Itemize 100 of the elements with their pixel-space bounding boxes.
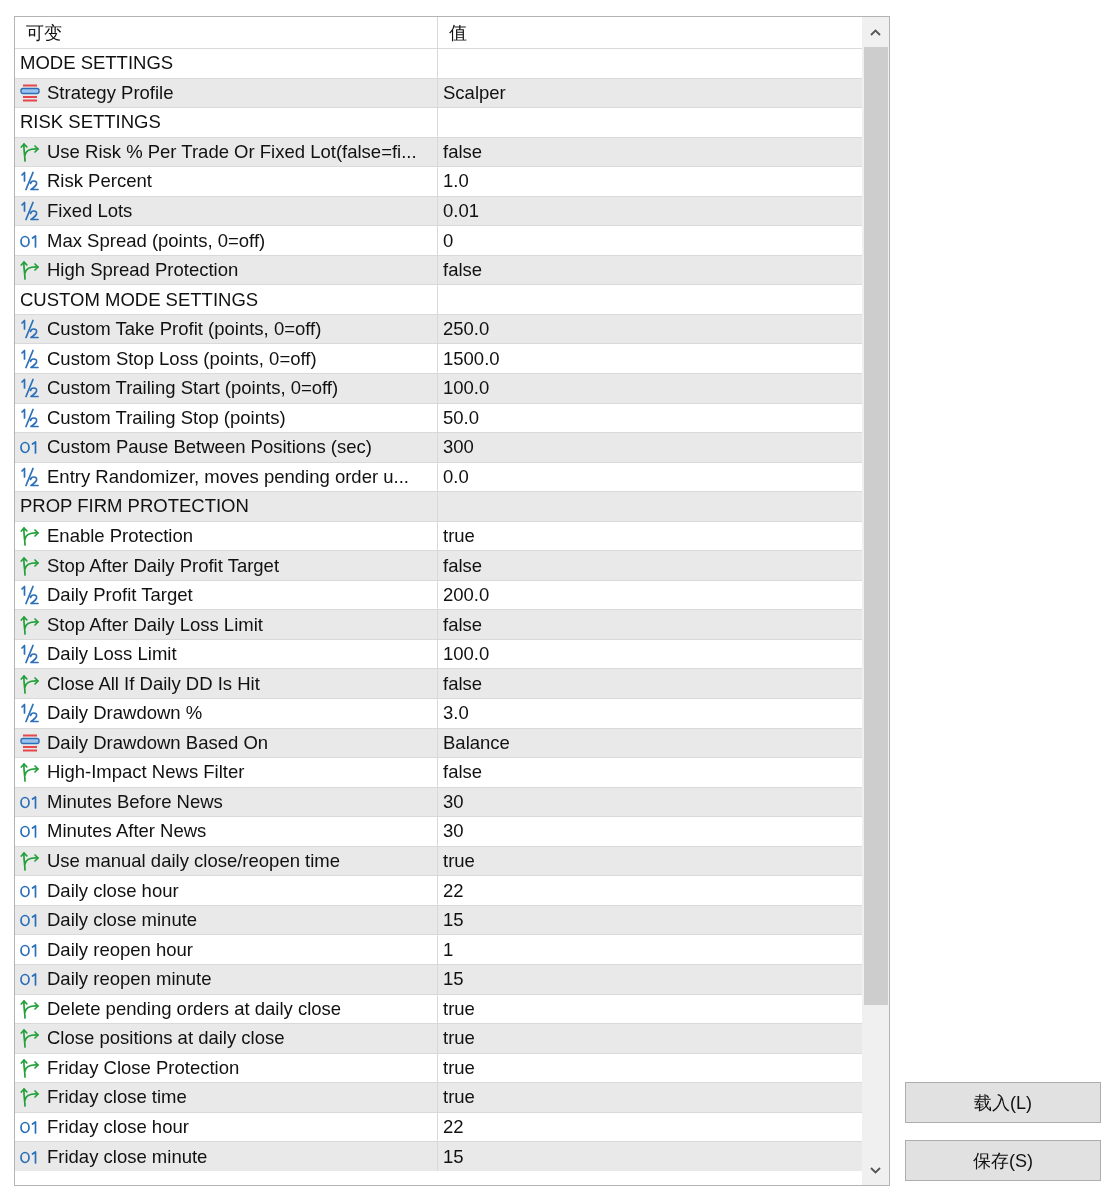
parameter-value[interactable]: 1500.0 bbox=[443, 347, 500, 370]
table-row[interactable]: Custom Pause Between Positions (sec) 300 bbox=[15, 432, 862, 462]
table-row[interactable]: Close positions at daily close true bbox=[15, 1023, 862, 1053]
table-row[interactable]: Daily reopen minute 15 bbox=[15, 963, 862, 994]
parameter-value[interactable]: 250.0 bbox=[443, 318, 490, 341]
table-row[interactable]: Daily Drawdown % 3.0 bbox=[15, 698, 862, 728]
table-row[interactable]: Stop After Daily Loss Limit false bbox=[15, 609, 862, 639]
parameter-name: Minutes After News bbox=[47, 820, 207, 843]
parameter-value[interactable]: false bbox=[443, 140, 483, 163]
table-row[interactable]: Daily close hour 22 bbox=[15, 875, 862, 905]
one-half-icon bbox=[20, 585, 40, 606]
parameter-value[interactable]: false bbox=[443, 761, 483, 784]
parameter-value[interactable]: false bbox=[443, 613, 483, 636]
table-row[interactable]: PROP FIRM PROTECTION bbox=[15, 491, 862, 521]
table-row[interactable]: High-Impact News Filter false bbox=[15, 757, 862, 787]
table-row[interactable]: Delete pending orders at daily close true bbox=[15, 993, 862, 1024]
parameter-value[interactable]: true bbox=[443, 850, 475, 873]
parameter-name: Daily Profit Target bbox=[47, 584, 193, 607]
parameter-value[interactable]: 15 bbox=[443, 909, 464, 932]
table-row[interactable]: Custom Take Profit (points, 0=off) 250.0 bbox=[15, 313, 862, 344]
parameter-value[interactable]: Balance bbox=[443, 731, 510, 754]
parameter-value[interactable]: false bbox=[443, 554, 483, 577]
table-row[interactable]: Use manual daily close/reopen time true bbox=[15, 845, 862, 876]
parameter-value[interactable]: 15 bbox=[443, 968, 464, 991]
table-row[interactable]: Daily Drawdown Based On Balance bbox=[15, 727, 862, 758]
parameter-name: Risk Percent bbox=[47, 170, 152, 193]
parameter-value[interactable]: 22 bbox=[443, 879, 464, 902]
table-row[interactable]: Close All If Daily DD Is Hit false bbox=[15, 668, 862, 699]
table-row[interactable]: Stop After Daily Profit Target false bbox=[15, 550, 862, 580]
table-row[interactable]: Minutes Before News 30 bbox=[15, 786, 862, 817]
parameter-value[interactable]: 1.0 bbox=[443, 170, 469, 193]
parameter-name: Daily Drawdown % bbox=[47, 702, 203, 725]
parameter-value[interactable]: 300 bbox=[443, 436, 474, 459]
table-row[interactable]: Friday close hour 22 bbox=[15, 1111, 862, 1142]
scrollbar[interactable] bbox=[862, 17, 889, 1185]
one-half-icon bbox=[20, 171, 40, 192]
table-row[interactable]: Custom Trailing Start (points, 0=off) 100.0 bbox=[15, 373, 862, 403]
table-row[interactable]: Custom Stop Loss (points, 0=off) 1500.0 bbox=[15, 343, 862, 373]
scrollbar-thumb[interactable] bbox=[863, 47, 888, 1005]
branching-arrows-icon bbox=[20, 1087, 40, 1108]
table-row[interactable]: Max Spread (points, 0=off) 0 bbox=[15, 225, 862, 255]
table-row[interactable]: Minutes After News 30 bbox=[15, 816, 862, 846]
table-row[interactable]: Custom Trailing Stop (points) 50.0 bbox=[15, 402, 862, 433]
table-row[interactable]: Strategy Profile Scalper bbox=[15, 77, 862, 108]
table-row[interactable]: Enable Protection true bbox=[15, 520, 862, 551]
branching-arrows-icon bbox=[20, 614, 40, 635]
parameter-name: Custom Take Profit (points, 0=off) bbox=[47, 318, 322, 341]
parameter-name: High Spread Protection bbox=[47, 259, 239, 282]
table-row[interactable]: Risk Percent 1.0 bbox=[15, 166, 862, 196]
parameter-name: Max Spread (points, 0=off) bbox=[47, 229, 266, 252]
parameter-name: Friday close time bbox=[47, 1086, 187, 1109]
parameter-value[interactable]: 0 bbox=[443, 229, 454, 252]
parameter-value[interactable]: false bbox=[443, 672, 483, 695]
table-row[interactable]: Daily reopen hour 1 bbox=[15, 934, 862, 964]
table-row[interactable]: Entry Randomizer, moves pending order u... 0.0 bbox=[15, 461, 862, 492]
table-row[interactable]: Friday close time true bbox=[15, 1082, 862, 1112]
parameter-name: Fixed Lots bbox=[47, 200, 133, 222]
parameter-value[interactable]: true bbox=[443, 1056, 475, 1079]
parameter-value[interactable]: 22 bbox=[443, 1115, 464, 1138]
parameter-value[interactable]: 0.01 bbox=[443, 200, 479, 222]
table-row[interactable]: Friday Close Protection true bbox=[15, 1052, 862, 1083]
parameter-value[interactable]: 30 bbox=[443, 820, 464, 843]
table-row[interactable]: Fixed Lots 0.01 bbox=[15, 195, 862, 226]
parameter-name: Daily Drawdown Based On bbox=[47, 731, 269, 754]
parameter-value[interactable]: 200.0 bbox=[443, 584, 490, 607]
parameter-value[interactable]: true bbox=[443, 1086, 475, 1109]
table-row[interactable]: CUSTOM MODE SETTINGS bbox=[15, 284, 862, 314]
table-row[interactable]: MODE SETTINGS bbox=[15, 48, 862, 78]
branching-arrows-icon bbox=[20, 260, 40, 281]
parameter-value[interactable]: Scalper bbox=[443, 81, 506, 104]
parameter-value[interactable]: false bbox=[443, 259, 483, 282]
branching-arrows-icon bbox=[20, 141, 40, 162]
table-row[interactable]: RISK SETTINGS bbox=[15, 107, 862, 137]
table-row[interactable]: High Spread Protection false bbox=[15, 254, 862, 285]
list-lines-icon bbox=[20, 733, 40, 752]
dialog-button[interactable]: 载入(L) bbox=[905, 1082, 1101, 1123]
parameter-name: High-Impact News Filter bbox=[47, 761, 245, 784]
parameter-value[interactable]: 0.0 bbox=[443, 465, 469, 488]
parameter-name: Delete pending orders at daily close bbox=[47, 997, 342, 1020]
table-row[interactable]: Daily Profit Target 200.0 bbox=[15, 579, 862, 610]
dialog-button[interactable]: 保存(S) bbox=[905, 1140, 1101, 1181]
table-row[interactable]: Daily Loss Limit 100.0 bbox=[15, 638, 862, 669]
table-row[interactable]: Daily close minute 15 bbox=[15, 904, 862, 935]
parameter-value[interactable]: true bbox=[443, 997, 475, 1020]
parameter-value[interactable]: 15 bbox=[443, 1145, 464, 1168]
parameter-value[interactable]: 50.0 bbox=[443, 406, 479, 429]
branching-arrows-icon bbox=[20, 1057, 40, 1078]
parameter-value[interactable]: 3.0 bbox=[443, 702, 469, 725]
branching-arrows-icon bbox=[20, 998, 40, 1019]
parameter-value[interactable]: 100.0 bbox=[443, 643, 490, 666]
one-half-icon bbox=[20, 348, 40, 369]
parameter-value[interactable]: 30 bbox=[443, 790, 464, 813]
parameter-name: Custom Pause Between Positions (sec) bbox=[47, 436, 372, 459]
table-row[interactable]: Friday close minute 15 bbox=[15, 1141, 862, 1171]
parameter-value[interactable]: 100.0 bbox=[443, 377, 490, 400]
parameter-value[interactable]: true bbox=[443, 1027, 475, 1050]
parameter-value[interactable]: true bbox=[443, 525, 475, 547]
one-half-icon bbox=[20, 703, 40, 724]
parameter-value[interactable]: 1 bbox=[443, 938, 454, 961]
table-row[interactable]: Use Risk % Per Trade Or Fixed Lot(false=fi... false bbox=[15, 136, 862, 167]
